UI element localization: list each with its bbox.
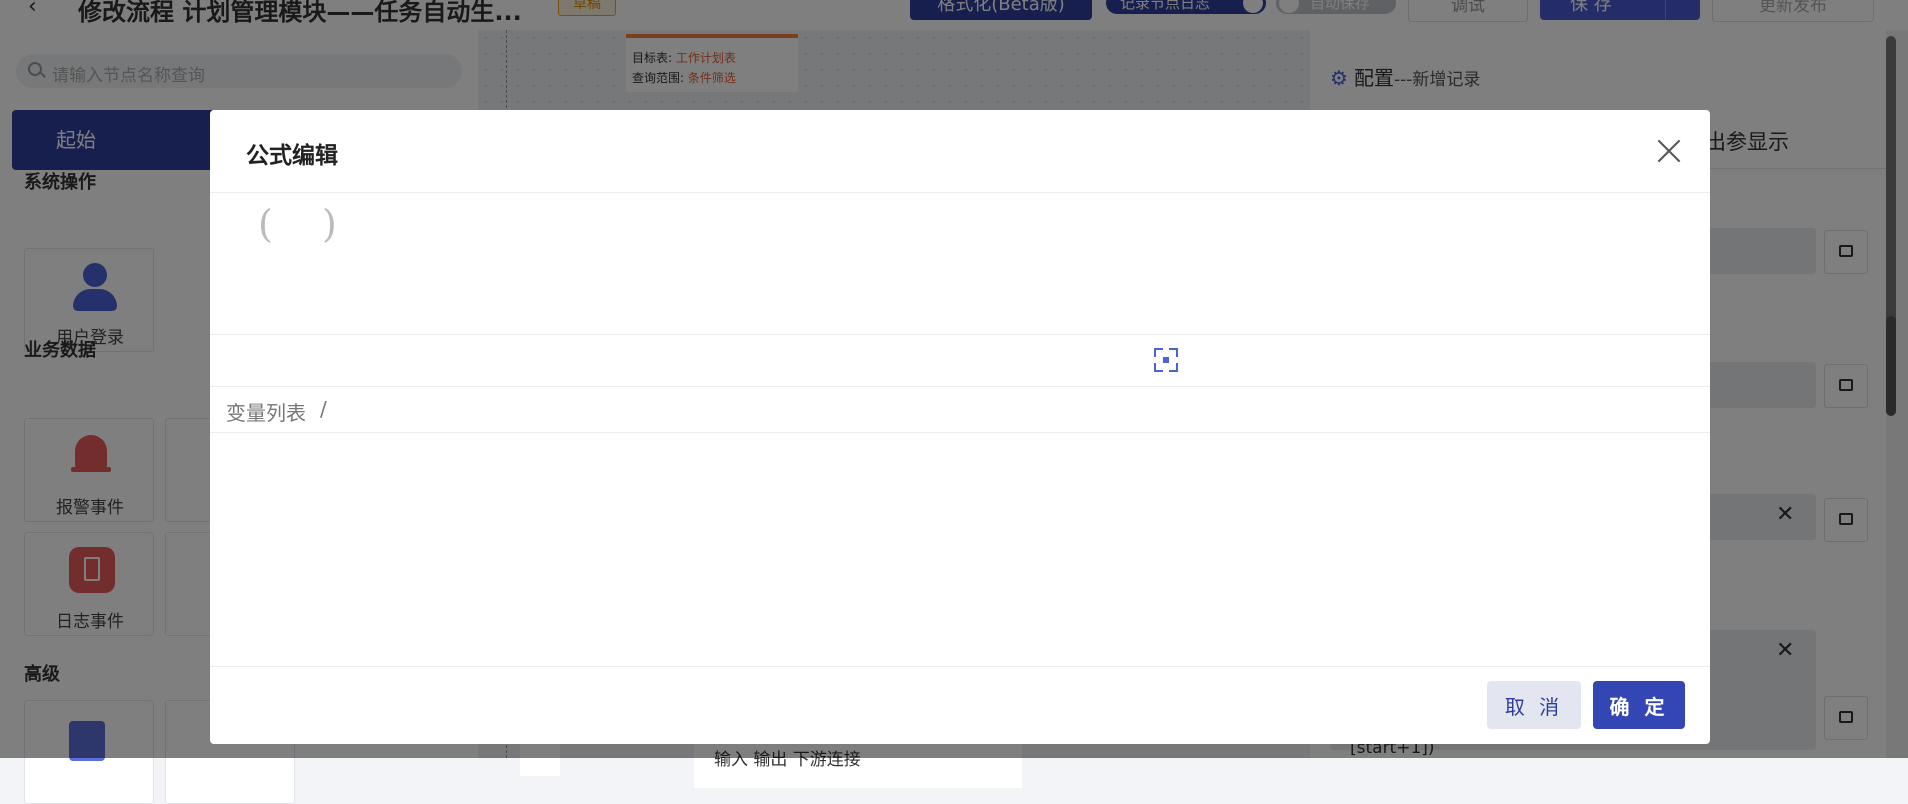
variable-list[interactable]: [210, 432, 1710, 667]
formula-toolbar: [210, 334, 1710, 387]
formula-edit-dialog: 公式编辑 ( ) 变量列表 / 取 消 确 定: [210, 110, 1710, 744]
formula-open-paren: (: [258, 202, 273, 246]
variable-list-title[interactable]: 变量列表: [226, 397, 306, 426]
dialog-title: 公式编辑: [246, 143, 338, 169]
close-icon[interactable]: [1654, 136, 1684, 166]
variable-list-header: 变量列表 /: [210, 386, 1710, 433]
dialog-footer: 取 消 确 定: [210, 666, 1710, 744]
focus-icon[interactable]: [1154, 348, 1178, 372]
formula-editor[interactable]: ( ): [210, 192, 1710, 335]
dialog-header: 公式编辑: [210, 110, 1710, 193]
formula-close-paren: ): [322, 202, 337, 246]
cancel-button[interactable]: 取 消: [1487, 681, 1581, 729]
breadcrumb-separator: /: [320, 397, 327, 421]
confirm-button[interactable]: 确 定: [1593, 681, 1685, 729]
